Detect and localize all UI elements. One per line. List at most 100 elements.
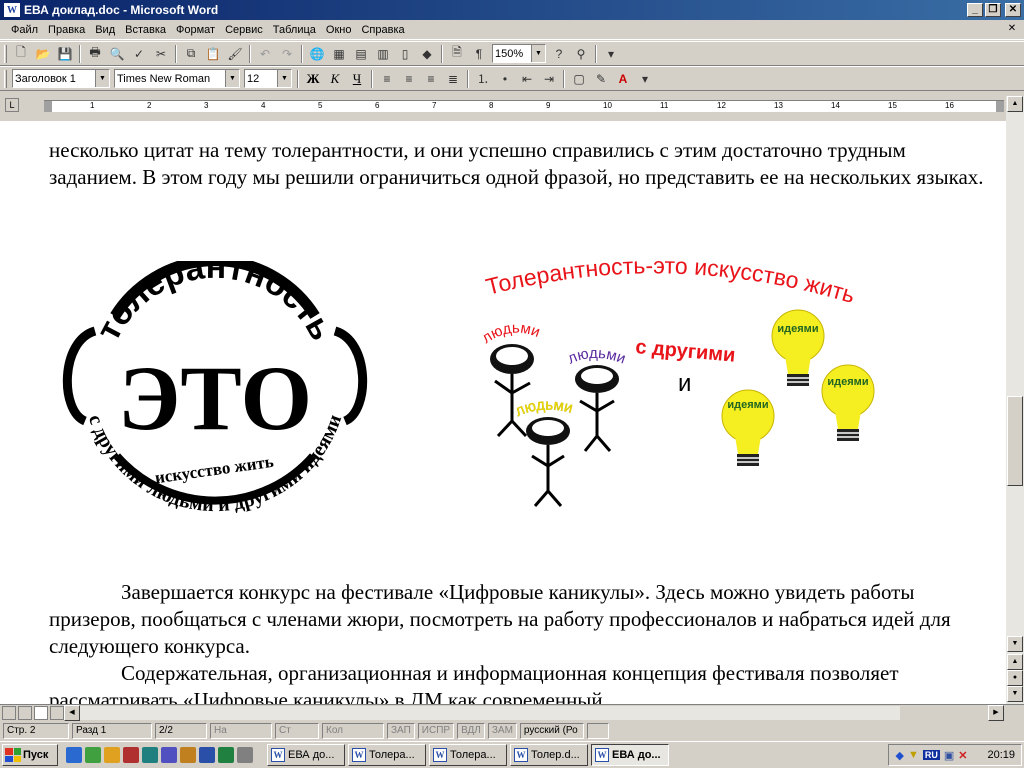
excel-icon[interactable]: [218, 747, 234, 763]
font-size-select[interactable]: 12 ▼: [244, 69, 292, 88]
restore-button[interactable]: ❐: [985, 3, 1001, 17]
new-document-icon[interactable]: 🗋: [10, 43, 32, 64]
taskbar-button[interactable]: W Толера...: [348, 744, 426, 766]
drawing-icon[interactable]: ◆: [416, 43, 438, 64]
paste-icon[interactable]: 📋: [202, 43, 224, 64]
app-icon[interactable]: [123, 747, 139, 763]
columns-icon[interactable]: ▯: [394, 43, 416, 64]
toolbar-grip[interactable]: [4, 44, 7, 63]
format-painter-icon[interactable]: 🖌: [224, 43, 246, 64]
menu-tools[interactable]: Сервис: [220, 24, 268, 36]
taskbar-button[interactable]: W ЕВА до...: [267, 744, 345, 766]
undo-icon[interactable]: ↶: [254, 43, 276, 64]
app-icon[interactable]: [237, 747, 253, 763]
increase-indent-icon[interactable]: ⇥: [538, 68, 560, 89]
bold-button[interactable]: Ж: [302, 68, 324, 89]
align-left-icon[interactable]: ≡: [376, 68, 398, 89]
decrease-indent-icon[interactable]: ⇤: [516, 68, 538, 89]
tables-borders-icon[interactable]: ▦: [328, 43, 350, 64]
print-icon[interactable]: 🖶: [84, 43, 106, 64]
status-track-changes[interactable]: ИСПР: [417, 723, 455, 739]
toolbar-options-icon[interactable]: ▾: [634, 68, 656, 89]
app-icon[interactable]: [104, 747, 120, 763]
spelling-status-icon[interactable]: [586, 723, 609, 739]
start-button[interactable]: Пуск: [2, 744, 58, 766]
paragraph-3[interactable]: Содержательная, организационная и информ…: [49, 660, 999, 704]
menu-view[interactable]: Вид: [90, 24, 120, 36]
highlight-icon[interactable]: ✎: [590, 68, 612, 89]
tolerance-illustration[interactable]: Толерантность-это искусство жить с други…: [440, 261, 910, 511]
clock[interactable]: 20:19: [987, 749, 1015, 761]
app-icon[interactable]: [142, 747, 158, 763]
app-icon[interactable]: [180, 747, 196, 763]
word-icon[interactable]: [199, 747, 215, 763]
tab-selector-icon[interactable]: L: [5, 98, 19, 112]
menu-insert[interactable]: Вставка: [120, 24, 171, 36]
align-right-icon[interactable]: ≡: [420, 68, 442, 89]
vertical-scrollbar[interactable]: ▲ ▼ ▲ ● ▼: [1006, 96, 1024, 704]
next-page-icon[interactable]: ▼: [1007, 686, 1023, 702]
network-icon[interactable]: ▣: [944, 749, 954, 762]
paragraph-2[interactable]: Завершается конкурс на фестивале «Цифров…: [49, 579, 999, 660]
status-record[interactable]: ЗАП: [387, 723, 415, 739]
menu-window[interactable]: Окно: [321, 24, 357, 36]
outline-view-icon[interactable]: [50, 706, 64, 720]
status-extend[interactable]: ВДЛ: [457, 723, 485, 739]
menu-edit[interactable]: Правка: [43, 24, 90, 36]
menu-file[interactable]: Файл: [6, 24, 43, 36]
spelling-icon[interactable]: ✓: [128, 43, 150, 64]
document-close-icon[interactable]: ✕: [1004, 23, 1020, 37]
internet-explorer-icon[interactable]: [66, 747, 82, 763]
taskbar-button[interactable]: W Толера...: [429, 744, 507, 766]
bullets-icon[interactable]: •: [494, 68, 516, 89]
scroll-right-icon[interactable]: ▶: [988, 705, 1004, 721]
numbering-icon[interactable]: ⒈: [472, 68, 494, 89]
menu-help[interactable]: Справка: [356, 24, 409, 36]
borders-icon[interactable]: ▢: [568, 68, 590, 89]
insert-table-icon[interactable]: ▤: [350, 43, 372, 64]
language-indicator[interactable]: RU: [922, 750, 940, 760]
toolbar-options-icon[interactable]: ▾: [600, 43, 622, 64]
tolerance-emblem[interactable]: толерантность ЭТО искусство жить с други…: [55, 261, 375, 541]
help-icon[interactable]: ?: [548, 43, 570, 64]
style-select[interactable]: Заголовок 1 ▼: [12, 69, 110, 88]
scroll-down-icon[interactable]: ▼: [1007, 636, 1023, 652]
normal-view-icon[interactable]: [2, 706, 16, 720]
print-preview-icon[interactable]: 🔍: [106, 43, 128, 64]
copy-icon[interactable]: ⧉: [180, 43, 202, 64]
taskbar-button[interactable]: W Толер.d...: [510, 744, 588, 766]
justify-icon[interactable]: ≣: [442, 68, 464, 89]
menu-table[interactable]: Таблица: [268, 24, 321, 36]
minimize-button[interactable]: _: [967, 3, 983, 17]
previous-page-icon[interactable]: ▲: [1007, 654, 1023, 670]
media-player-icon[interactable]: [85, 747, 101, 763]
print-layout-icon[interactable]: [34, 706, 48, 720]
taskbar-button-active[interactable]: W ЕВА до...: [591, 744, 669, 766]
chevron-down-icon[interactable]: ▼: [531, 45, 545, 62]
status-language[interactable]: русский (Ро: [519, 723, 584, 739]
scroll-up-icon[interactable]: ▲: [1007, 96, 1023, 112]
scroll-left-icon[interactable]: ◀: [64, 705, 80, 721]
chevron-down-icon[interactable]: ▼: [225, 70, 239, 87]
redo-icon[interactable]: ↷: [276, 43, 298, 64]
word-app-icon[interactable]: W: [4, 3, 20, 17]
ruler-strip[interactable]: 1 2 3 4 5 6 7 8 9 10 11 12 13 14 15 16: [44, 100, 1004, 112]
antivirus-icon[interactable]: ✕: [958, 749, 967, 762]
italic-button[interactable]: К: [324, 68, 346, 89]
scroll-thumb[interactable]: [1007, 396, 1023, 486]
menu-format[interactable]: Формат: [171, 24, 220, 36]
horizontal-scrollbar[interactable]: ◀ ▶: [0, 704, 1024, 721]
font-color-icon[interactable]: A: [612, 68, 634, 89]
zoom-select[interactable]: 150% ▼: [492, 44, 546, 63]
toolbar-grip[interactable]: [4, 69, 7, 88]
app-icon[interactable]: [161, 747, 177, 763]
horizontal-ruler[interactable]: L 1 2 3 4 5 6 7 8 9 10 11 12 13 14 15 16: [0, 91, 1024, 121]
chevron-down-icon[interactable]: ▼: [277, 70, 291, 87]
binoculars-icon[interactable]: ⚲: [570, 43, 592, 64]
horizontal-scroll-track[interactable]: [80, 706, 900, 720]
status-overtype[interactable]: ЗАМ: [487, 723, 517, 739]
align-center-icon[interactable]: ≡: [398, 68, 420, 89]
document-page[interactable]: несколько цитат на тему толерантности, и…: [0, 121, 1006, 704]
select-browse-object-icon[interactable]: ●: [1007, 670, 1023, 686]
document-map-icon[interactable]: 🗎: [446, 43, 468, 64]
